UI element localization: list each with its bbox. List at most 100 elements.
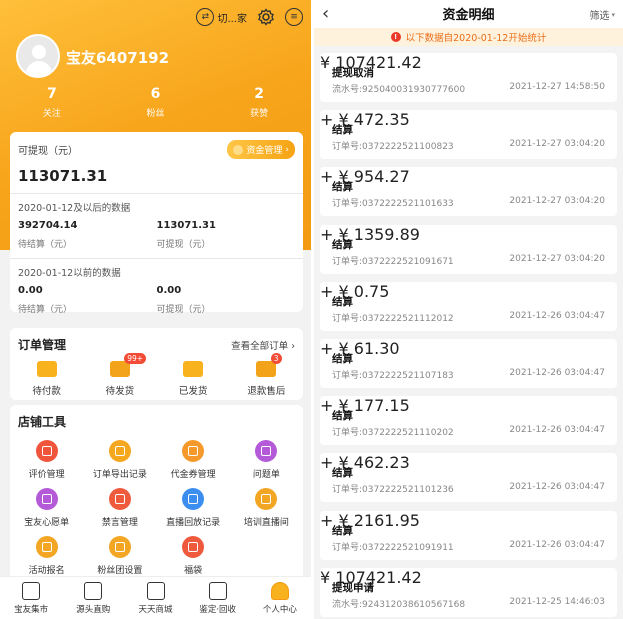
tool-item[interactable]: 活动报名 <box>10 536 83 576</box>
tool-label: 直播回放记录 <box>166 518 221 528</box>
switch-store-button[interactable]: ⇄ 切...家 <box>196 8 247 26</box>
view-all-orders-label: 查看全部订单 <box>231 340 289 352</box>
order-pending-payment[interactable]: 待付款 <box>10 361 83 397</box>
order-shipped[interactable]: 已发货 <box>157 361 230 397</box>
transaction-row[interactable]: 结算 订单号:0372222521112012 + ¥ 0.75 2021-12-26… <box>320 281 617 331</box>
transaction-name: 结算 <box>332 524 353 537</box>
transaction-time: 2021-12-27 14:58:50 <box>509 82 605 92</box>
user-icon <box>270 582 289 600</box>
order-refund-aftersale[interactable]: 3 退款售后 <box>230 353 303 397</box>
tool-item[interactable]: 禁言管理 <box>83 488 156 528</box>
tool-item[interactable]: 直播回放记录 <box>157 488 230 528</box>
header-actions: ⇄ 切...家 ≡ <box>196 8 303 26</box>
transaction-row[interactable]: 提现取消 流水号:925040031930777600 ¥ 107421.42 202… <box>320 53 617 102</box>
transaction-row[interactable]: 结算 订单号:0372222521091671 + ¥ 1359.89 2021-12… <box>320 224 617 274</box>
transaction-name: 提现申请 <box>332 581 374 594</box>
tool-label: 问题单 <box>252 470 280 480</box>
tool-item[interactable]: 培训直播间 <box>230 488 303 528</box>
tab-personal-center[interactable]: 个人中心 <box>249 577 311 619</box>
order-status-label: 退款售后 <box>247 386 286 397</box>
settings-button[interactable] <box>257 8 275 26</box>
tool-item[interactable]: 福袋 <box>157 536 230 576</box>
transaction-serial: 订单号:0372222521101236 <box>332 485 454 496</box>
tool-label: 培训直播间 <box>243 518 289 528</box>
tool-label: 代金券管理 <box>170 470 216 480</box>
stat-likes[interactable]: 2 获赞 <box>207 86 311 119</box>
transaction-row[interactable]: 结算 订单号:0372222521101633 + ¥ 954.27 2021-12-… <box>320 167 617 217</box>
order-management-card: 订单管理 查看全部订单 › 待付款 99+ 待发货 已发货 3 退款售后 <box>10 328 303 400</box>
order-status-row: 待付款 99+ 待发货 已发货 3 退款售后 <box>10 353 303 397</box>
tool-icon <box>108 536 131 558</box>
transaction-row[interactable]: 结算 订单号:0372222521091911 + ¥ 2161.95 2021-12… <box>320 510 617 560</box>
tool-item[interactable]: 代金券管理 <box>157 440 230 480</box>
transaction-name: 结算 <box>332 467 353 480</box>
tool-item[interactable]: 粉丝团设置 <box>83 536 156 576</box>
transaction-name: 结算 <box>332 181 353 194</box>
tool-icon <box>108 440 131 462</box>
before-withdrawable-value: 0.00 <box>156 285 182 296</box>
tab-label: 源头直购 <box>76 605 111 615</box>
tool-item[interactable]: 问题单 <box>230 440 303 480</box>
tab-market[interactable]: 宝友集市 <box>0 577 62 619</box>
view-all-orders-link[interactable]: 查看全部订单 › <box>231 338 295 352</box>
tool-icon <box>35 440 58 462</box>
stat-label: 粉丝 <box>146 109 165 119</box>
tool-icon <box>255 440 278 462</box>
fund-management-button[interactable]: 资金管理 › <box>227 140 295 159</box>
store-tools-title: 店铺工具 <box>18 415 67 429</box>
before-date-label: 2020-01-12以前的数据 <box>18 268 121 279</box>
transaction-time: 2021-12-25 14:46:03 <box>509 596 605 607</box>
transaction-row[interactable]: 结算 订单号:0372222521100823 + ¥ 472.35 2021-12-… <box>320 110 617 160</box>
before-pending-label: 待结算（元） <box>18 305 73 315</box>
before-date-values: 0.00 待结算（元） 0.00 可提现（元） <box>10 279 303 315</box>
tab-mall[interactable]: 天天商城 <box>124 577 186 619</box>
fund-details-panel: ‹ 资金明细 筛选 ▾ ! 以下数据自2020-01-12开始统计 提现取消 流水… <box>314 0 623 619</box>
tool-label: 宝友心愿单 <box>24 518 70 528</box>
filter-label: 筛选 <box>589 11 610 22</box>
wallet-icon <box>36 361 57 377</box>
tool-item[interactable]: 宝友心愿单 <box>10 488 83 528</box>
tab-label: 个人中心 <box>262 605 297 615</box>
transaction-row[interactable]: 结算 订单号:0372222521101236 + ¥ 462.23 2021-12-… <box>320 453 617 503</box>
avatar[interactable] <box>16 34 60 78</box>
transaction-time: 2021-12-26 03:04:47 <box>509 482 605 493</box>
tool-icon <box>35 488 58 510</box>
tool-icon <box>182 440 205 462</box>
transaction-name: 结算 <box>332 238 353 251</box>
gear-icon <box>258 8 274 26</box>
transaction-serial: 订单号:0372222521091671 <box>332 256 454 267</box>
order-pending-shipment[interactable]: 99+ 待发货 <box>83 353 156 397</box>
tab-source-direct[interactable]: 源头直购 <box>62 577 124 619</box>
tool-item[interactable]: 订单导出记录 <box>83 440 156 480</box>
tool-item[interactable]: 评价管理 <box>10 440 83 480</box>
chevron-right-icon: › <box>291 340 295 352</box>
after-date-label: 2020-01-12及以后的数据 <box>18 203 131 214</box>
transaction-row[interactable]: 结算 订单号:0372222521107183 + ¥ 61.30 2021-12-2… <box>320 339 617 388</box>
stat-following[interactable]: 7 关注 <box>0 86 104 119</box>
filter-button[interactable]: 筛选 ▾ <box>589 7 615 23</box>
tab-appraisal[interactable]: 鉴定·回收 <box>187 577 249 619</box>
transaction-row[interactable]: 提现申请 流水号:924312038610567168 ¥ 107421.42 202… <box>320 567 617 617</box>
after-pending-label: 待结算（元） <box>18 240 73 250</box>
transaction-serial: 订单号:0372222521110202 <box>332 428 454 439</box>
withdrawable-amount: 113071.31 <box>18 167 108 185</box>
tool-label: 粉丝团设置 <box>97 566 143 576</box>
wallet-card: 可提现（元） 资金管理 › 113071.31 2020-01-12及以后的数据… <box>10 132 303 315</box>
transaction-name: 结算 <box>332 353 353 365</box>
transaction-serial: 订单号:0372222521091911 <box>332 542 454 553</box>
message-icon[interactable]: ≡ <box>285 8 303 26</box>
order-status-label: 已发货 <box>178 386 208 397</box>
tool-icon <box>182 488 205 510</box>
fund-management-label: 资金管理 <box>246 146 283 156</box>
transaction-row[interactable]: 结算 订单号:0372222521110202 + ¥ 177.15 2021-12-… <box>320 396 617 446</box>
stat-fans[interactable]: 6 粉丝 <box>104 86 208 119</box>
tool-label: 福袋 <box>184 566 203 576</box>
market-icon <box>22 582 41 600</box>
transaction-time: 2021-12-27 03:04:20 <box>509 253 605 264</box>
before-pending-value: 0.00 <box>18 285 43 296</box>
caret-down-icon: ▾ <box>611 10 615 19</box>
tool-label: 活动报名 <box>28 566 65 576</box>
profile-stats: 7 关注 6 粉丝 2 获赞 <box>0 86 311 119</box>
tool-label: 订单导出记录 <box>92 470 147 480</box>
after-pending-value: 392704.14 <box>18 220 78 231</box>
